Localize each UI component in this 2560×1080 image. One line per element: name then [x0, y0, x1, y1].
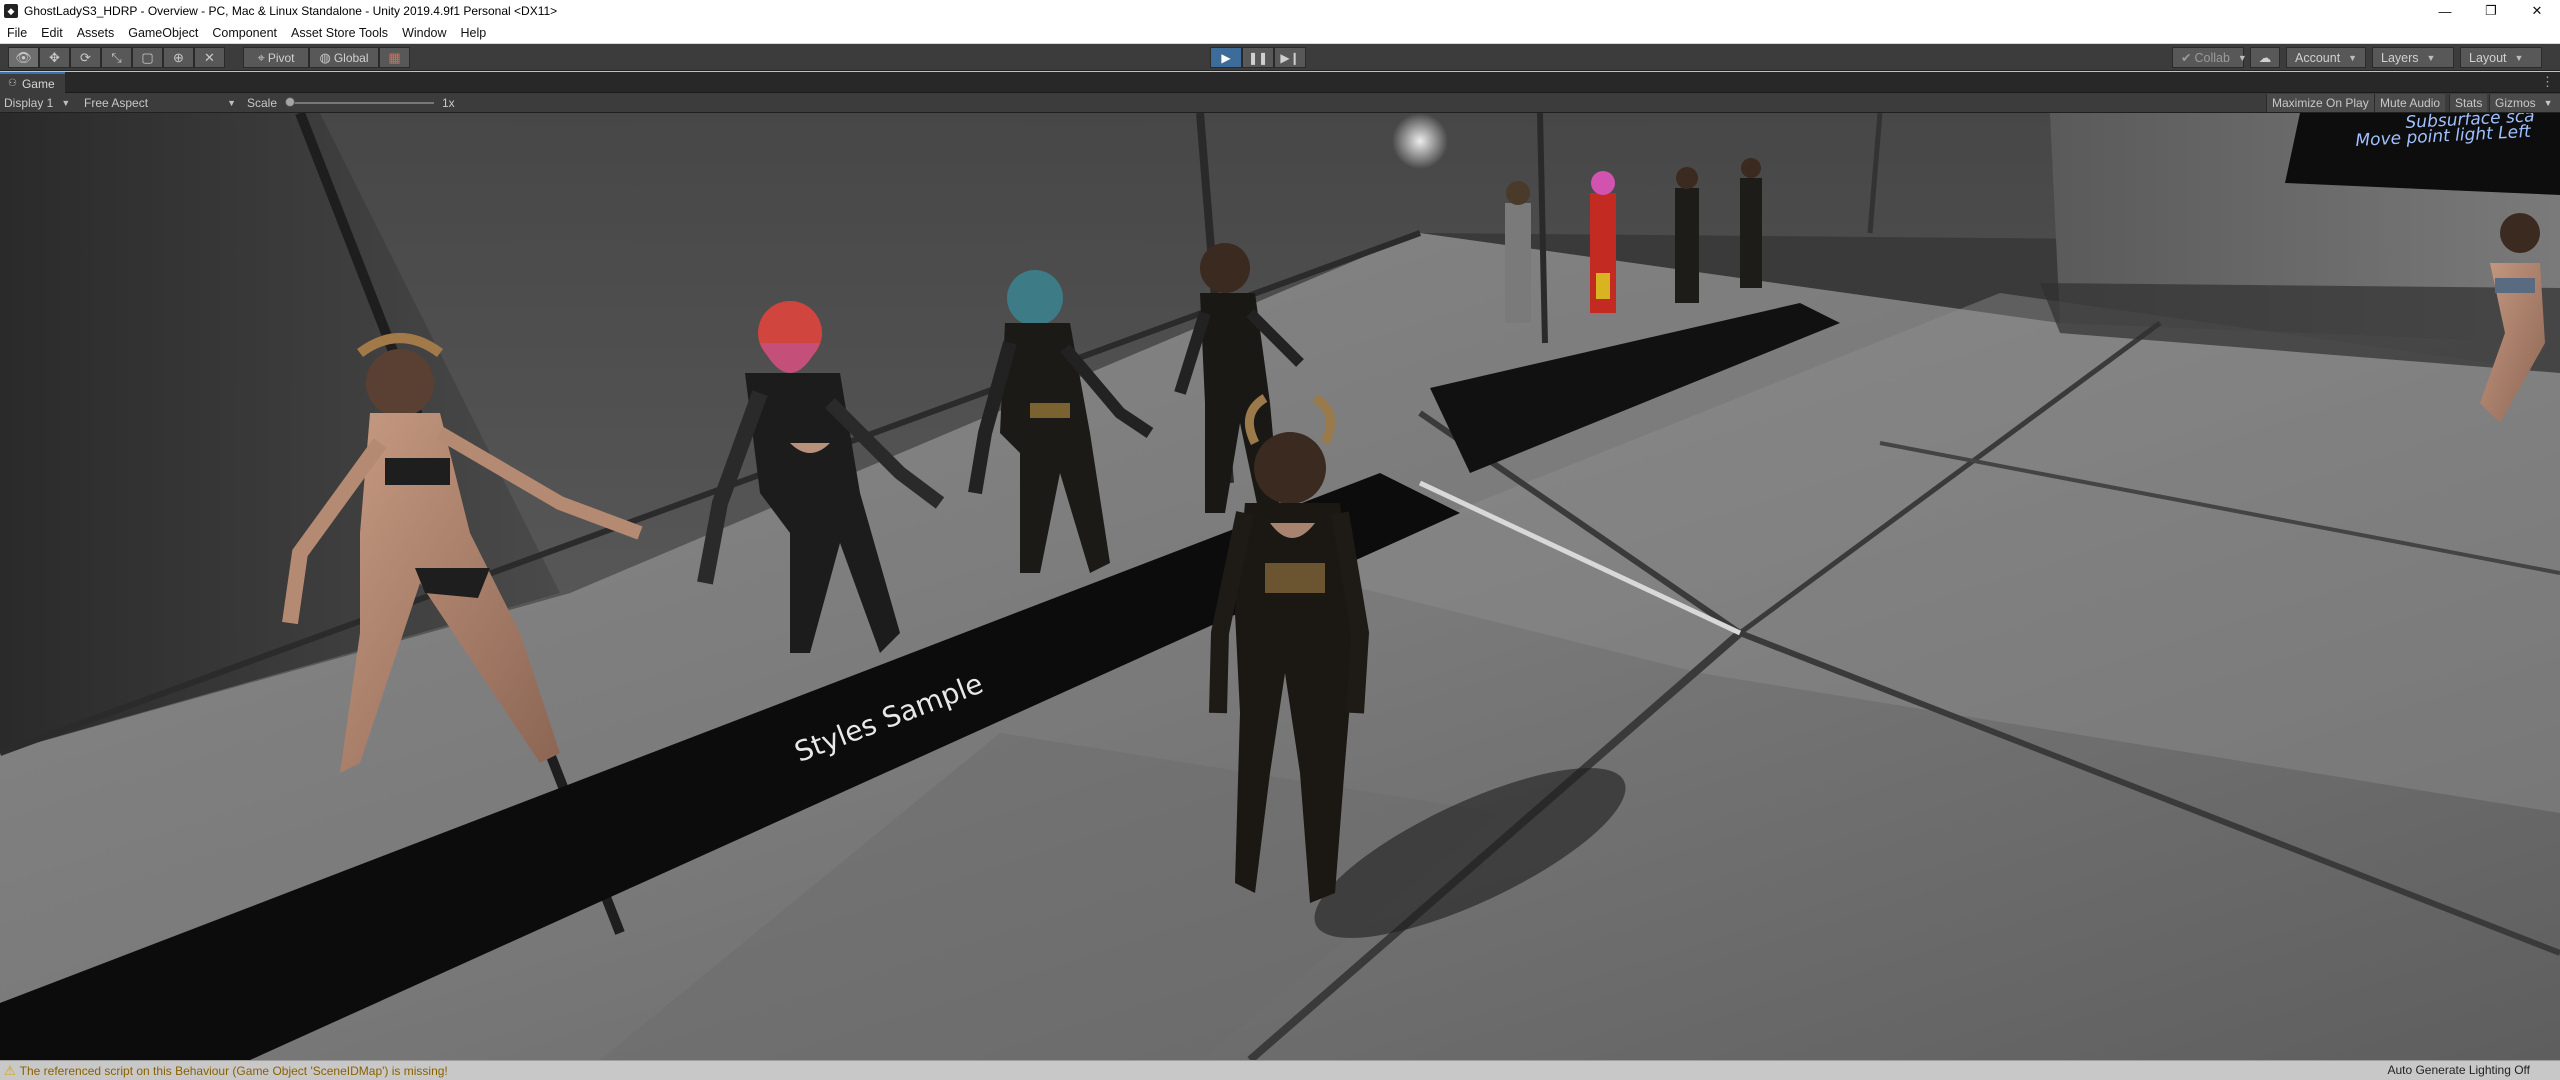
gizmos-label: Gizmos [2495, 96, 2536, 110]
display-dropdown[interactable]: Display 1 ▼ [4, 93, 70, 113]
aspect-dropdown[interactable]: Free Aspect ▼ [84, 93, 236, 113]
game-viewport[interactable]: Styles Sample Subsurface sca Move point … [0, 113, 2560, 1060]
close-button[interactable]: ✕ [2514, 0, 2560, 22]
menu-assets[interactable]: Assets [70, 26, 122, 40]
transform-tool-button[interactable]: ⊕ [163, 47, 194, 68]
window-title: GhostLadyS3_HDRP - Overview - PC, Mac & … [24, 4, 558, 18]
scale-label: Scale [247, 96, 278, 110]
layers-dropdown[interactable]: Layers ▼ [2372, 47, 2454, 68]
unity-icon: ◆ [4, 4, 18, 18]
scale-icon: ⤡ [111, 49, 122, 65]
stats-toggle[interactable]: Stats [2449, 94, 2488, 112]
aspect-label: Free Aspect [84, 96, 149, 110]
chevron-down-icon: ▼ [2543, 98, 2553, 108]
custom-tool-button[interactable]: ✕ [194, 47, 225, 68]
menu-file[interactable]: File [0, 26, 34, 40]
layers-label: Layers [2381, 50, 2419, 65]
menu-asset-store-tools[interactable]: Asset Store Tools [284, 26, 395, 40]
mute-audio-toggle[interactable]: Mute Audio [2374, 94, 2446, 112]
transform-tools: 👁 ✥ ⟳ ⤡ ▢ ⊕ ✕ [8, 47, 225, 68]
warning-icon: ⚠ [4, 1062, 16, 1078]
snap-icon: ▦ [388, 49, 401, 65]
cloud-icon: ☁ [2258, 51, 2272, 65]
menu-bar: File Edit Assets GameObject Component As… [0, 22, 2560, 44]
rotate-tool-button[interactable]: ⟳ [70, 47, 101, 68]
pivot-toggle[interactable]: ⌖ Pivot [243, 47, 309, 68]
globe-icon: ◍ [319, 49, 331, 65]
right-toolbar: ✔ Collab ▼ ☁ Account ▼ Layers ▼ Layout ▼ [2172, 47, 2542, 68]
more-options-icon[interactable]: ⋮ [2541, 74, 2554, 90]
layout-label: Layout [2469, 50, 2507, 65]
cloud-button[interactable]: ☁ [2250, 47, 2280, 68]
game-view-toolbar: Display 1 ▼ Free Aspect ▼ Scale 1x Maximiz… [0, 93, 2560, 113]
transform-icon: ⊕ [173, 49, 184, 65]
pivot-icon: ⌖ [257, 49, 265, 65]
account-label: Account [2295, 50, 2341, 65]
snap-button[interactable]: ▦ [379, 47, 410, 68]
rect-tool-button[interactable]: ▢ [132, 47, 163, 68]
scale-tool-button[interactable]: ⤡ [101, 47, 132, 68]
scale-value: 1x [442, 96, 455, 110]
collab-dropdown[interactable]: ✔ Collab ▼ [2172, 47, 2247, 68]
play-controls: ▶ ❚❚ ▶❙ [1210, 47, 1306, 68]
window-controls: — ❐ ✕ [2422, 0, 2560, 22]
layout-dropdown[interactable]: Layout ▼ [2460, 47, 2542, 68]
play-icon: ▶ [1221, 50, 1231, 65]
scene-render [0, 113, 2560, 1060]
step-icon: ▶❙ [1280, 50, 1300, 65]
step-button[interactable]: ▶❙ [1274, 47, 1306, 68]
play-button[interactable]: ▶ [1210, 47, 1242, 68]
menu-component[interactable]: Component [205, 26, 284, 40]
rect-icon: ▢ [141, 49, 154, 65]
chevron-down-icon: ▼ [227, 98, 236, 108]
status-bar: ⚠ The referenced script on this Behaviou… [0, 1060, 2560, 1080]
chevron-down-icon: ▼ [2514, 52, 2524, 63]
tab-game[interactable]: ⚇ Game [0, 72, 65, 93]
pivot-group: ⌖ Pivot ◍ Global ▦ [243, 47, 410, 68]
chevron-down-icon: ▼ [2237, 52, 2247, 63]
gamepad-icon: ⚇ [8, 78, 17, 89]
menu-edit[interactable]: Edit [34, 26, 70, 40]
custom-tool-icon: ✕ [204, 49, 215, 65]
check-icon: ✔ [2181, 51, 2192, 65]
minimize-button[interactable]: — [2422, 0, 2468, 22]
pivot-label: Pivot [267, 50, 295, 65]
auto-generate-lighting-status: Auto Generate Lighting Off [2387, 1063, 2530, 1077]
pause-icon: ❚❚ [1247, 50, 1269, 65]
move-icon: ✥ [49, 49, 60, 65]
menu-help[interactable]: Help [454, 26, 494, 40]
collab-label: Collab [2194, 50, 2230, 65]
hand-icon: 👁 [15, 49, 32, 65]
tab-game-label: Game [21, 76, 55, 91]
scale-slider-track[interactable] [289, 102, 434, 104]
main-toolbar: 👁 ✥ ⟳ ⤡ ▢ ⊕ ✕ ⌖ Pivot ◍ Global ▦ ▶ ❚❚ ▶❙ ✔… [0, 44, 2560, 71]
global-label: Global [333, 50, 369, 65]
account-dropdown[interactable]: Account ▼ [2286, 47, 2366, 68]
scale-slider-handle[interactable] [285, 97, 295, 107]
console-warning-message[interactable]: The referenced script on this Behaviour … [20, 1064, 448, 1078]
menu-gameobject[interactable]: GameObject [121, 26, 205, 40]
move-tool-button[interactable]: ✥ [39, 47, 70, 68]
game-tab-bar: ⚇ Game ⋮ [0, 72, 2560, 93]
gizmos-dropdown[interactable]: Gizmos ▼ [2489, 94, 2560, 112]
restore-button[interactable]: ❐ [2468, 0, 2514, 22]
title-bar: ◆ GhostLadyS3_HDRP - Overview - PC, Mac … [0, 0, 2560, 22]
global-toggle[interactable]: ◍ Global [309, 47, 379, 68]
rotate-icon: ⟳ [80, 49, 91, 65]
menu-window[interactable]: Window [395, 26, 453, 40]
chevron-down-icon: ▼ [2348, 52, 2358, 63]
chevron-down-icon: ▼ [2426, 52, 2436, 63]
display-label: Display 1 [4, 96, 54, 110]
hand-tool-button[interactable]: 👁 [8, 47, 39, 68]
maximize-on-play-toggle[interactable]: Maximize On Play [2266, 94, 2374, 112]
pause-button[interactable]: ❚❚ [1242, 47, 1274, 68]
chevron-down-icon: ▼ [61, 98, 71, 108]
